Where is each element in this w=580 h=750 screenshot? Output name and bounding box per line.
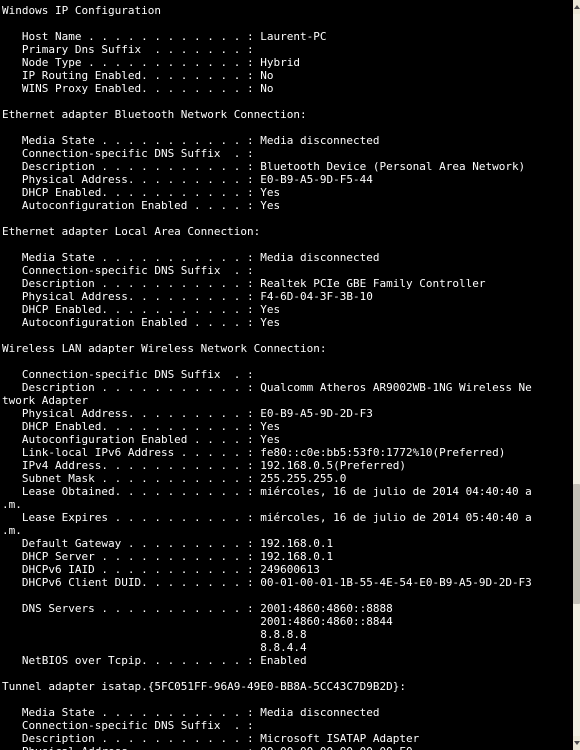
lan-media-label: Media State . . . . . . . . . . . : [2, 251, 260, 264]
lan-phys-label: Physical Address. . . . . . . . . : [2, 290, 260, 303]
bt-auto-value: Yes [260, 199, 280, 212]
isatap-css-label: Connection-specific DNS Suffix . : [2, 719, 254, 732]
host-name-label: Host Name . . . . . . . . . . . . : [2, 30, 260, 43]
isatap-media-label: Media State . . . . . . . . . . . : [2, 706, 260, 719]
wlan-dns-pad [2, 615, 260, 628]
lan-dhcp-value: Yes [260, 303, 280, 316]
vertical-scrollbar[interactable] [573, 0, 580, 750]
scrollbar-track[interactable] [573, 14, 580, 736]
wlan-desc-value-2: twork Adapter [2, 394, 88, 407]
wlan-gw-value: 192.168.0.1 [260, 537, 333, 550]
wlan-desc-label: Description . . . . . . . . . . . : [2, 381, 260, 394]
wlan-leaseobt-value-2: .m. [2, 498, 22, 511]
chevron-down-icon [574, 741, 580, 745]
wlan-leaseobt-value-1: miércoles, 16 de julio de 2014 04:40:40 … [260, 485, 532, 498]
wlan-dns-value-1: 2001:4860:4860::8888 [260, 602, 392, 615]
wlan-dns-value-3: 8.8.8.8 [260, 628, 306, 641]
scrollbar-thumb[interactable] [573, 484, 580, 604]
wins-proxy-label: WINS Proxy Enabled. . . . . . . . : [2, 82, 260, 95]
wlan-dns-pad [2, 628, 260, 641]
isatap-desc-value: Microsoft ISATAP Adapter [260, 732, 419, 745]
wlan-adapter-header: Wireless LAN adapter Wireless Network Co… [2, 342, 327, 355]
ip-routing-value: No [260, 69, 273, 82]
bluetooth-adapter-header: Ethernet adapter Bluetooth Network Conne… [2, 108, 307, 121]
isatap-adapter-header: Tunnel adapter isatap.{5FC051FF-96A9-49E… [2, 680, 406, 693]
bt-media-value: Media disconnected [260, 134, 379, 147]
bt-desc-value: Bluetooth Device (Personal Area Network) [260, 160, 525, 173]
wlan-dhcpsrv-label: DHCP Server . . . . . . . . . . . : [2, 550, 260, 563]
wlan-leaseobt-label: Lease Obtained. . . . . . . . . . : [2, 485, 260, 498]
wlan-dhcp-value: Yes [260, 420, 280, 433]
wlan-phys-value: E0-B9-A5-9D-2D-F3 [260, 407, 373, 420]
wlan-dns-pad [2, 641, 260, 654]
wlan-dns-label: DNS Servers . . . . . . . . . . . : [2, 602, 260, 615]
bt-dhcp-value: Yes [260, 186, 280, 199]
scroll-up-button[interactable] [573, 0, 580, 14]
wlan-ipv4-value: 192.168.0.5(Preferred) [260, 459, 406, 472]
wlan-ll6-value: fe80::c0e:bb5:53f0:1772%10(Preferred) [260, 446, 505, 459]
lan-desc-label: Description . . . . . . . . . . . : [2, 277, 260, 290]
wlan-ipv4-label: IPv4 Address. . . . . . . . . . . : [2, 459, 260, 472]
wlan-duid-label: DHCPv6 Client DUID. . . . . . . . : [2, 576, 260, 589]
terminal-output: Windows IP Configuration Host Name . . .… [0, 0, 577, 750]
lan-dhcp-label: DHCP Enabled. . . . . . . . . . . : [2, 303, 260, 316]
isatap-phys-value: 00-00-00-00-00-00-00-E0 [260, 745, 412, 750]
bt-dhcp-label: DHCP Enabled. . . . . . . . . . . : [2, 186, 260, 199]
bt-css-label: Connection-specific DNS Suffix . : [2, 147, 254, 160]
isatap-media-value: Media disconnected [260, 706, 379, 719]
bt-desc-label: Description . . . . . . . . . . . : [2, 160, 260, 173]
lan-desc-value: Realtek PCIe GBE Family Controller [260, 277, 485, 290]
node-type-value: Hybrid [260, 56, 300, 69]
wlan-gw-label: Default Gateway . . . . . . . . . : [2, 537, 260, 550]
wlan-dns-value-4: 8.8.4.4 [260, 641, 306, 654]
wlan-duid-value: 00-01-00-01-1B-55-4E-54-E0-B9-A5-9D-2D-F… [260, 576, 532, 589]
host-name-value: Laurent-PC [260, 30, 326, 43]
lan-phys-value: F4-6D-04-3F-3B-10 [260, 290, 373, 303]
wlan-auto-value: Yes [260, 433, 280, 446]
bt-phys-label: Physical Address. . . . . . . . . : [2, 173, 260, 186]
bt-phys-value: E0-B9-A5-9D-F5-44 [260, 173, 373, 186]
wlan-phys-label: Physical Address. . . . . . . . . : [2, 407, 260, 420]
lan-adapter-header: Ethernet adapter Local Area Connection: [2, 225, 260, 238]
lan-auto-value: Yes [260, 316, 280, 329]
primary-dns-label: Primary Dns Suffix . . . . . . . : [2, 43, 254, 56]
wlan-css-label: Connection-specific DNS Suffix . : [2, 368, 254, 381]
wlan-leaseexp-value-1: miércoles, 16 de julio de 2014 05:40:40 … [260, 511, 532, 524]
wlan-auto-label: Autoconfiguration Enabled . . . . : [2, 433, 260, 446]
wlan-dhcp-label: DHCP Enabled. . . . . . . . . . . : [2, 420, 260, 433]
isatap-desc-label: Description . . . . . . . . . . . : [2, 732, 260, 745]
wlan-leaseexp-value-2: .m. [2, 524, 22, 537]
wlan-iaid-label: DHCPv6 IAID . . . . . . . . . . . : [2, 563, 260, 576]
bt-media-label: Media State . . . . . . . . . . . : [2, 134, 260, 147]
ip-routing-label: IP Routing Enabled. . . . . . . . : [2, 69, 260, 82]
node-type-label: Node Type . . . . . . . . . . . . : [2, 56, 260, 69]
lan-css-label: Connection-specific DNS Suffix . : [2, 264, 254, 277]
wlan-mask-label: Subnet Mask . . . . . . . . . . . : [2, 472, 260, 485]
wlan-dns-value-2: 2001:4860:4860::8844 [260, 615, 392, 628]
wlan-nbt-value: Enabled [260, 654, 306, 667]
lan-auto-label: Autoconfiguration Enabled . . . . : [2, 316, 260, 329]
ipconfig-title: Windows IP Configuration [2, 4, 161, 17]
wlan-dhcpsrv-value: 192.168.0.1 [260, 550, 333, 563]
wlan-iaid-value: 249600613 [260, 563, 320, 576]
wlan-mask-value: 255.255.255.0 [260, 472, 346, 485]
wins-proxy-value: No [260, 82, 273, 95]
wlan-desc-value-1: Qualcomm Atheros AR9002WB-1NG Wireless N… [260, 381, 532, 394]
chevron-up-icon [574, 5, 580, 9]
wlan-leaseexp-label: Lease Expires . . . . . . . . . . : [2, 511, 260, 524]
scroll-down-button[interactable] [573, 736, 580, 750]
wlan-nbt-label: NetBIOS over Tcpip. . . . . . . . : [2, 654, 260, 667]
isatap-phys-label: Physical Address. . . . . . . . . : [2, 745, 260, 750]
bt-auto-label: Autoconfiguration Enabled . . . . : [2, 199, 260, 212]
lan-media-value: Media disconnected [260, 251, 379, 264]
wlan-ll6-label: Link-local IPv6 Address . . . . . : [2, 446, 260, 459]
